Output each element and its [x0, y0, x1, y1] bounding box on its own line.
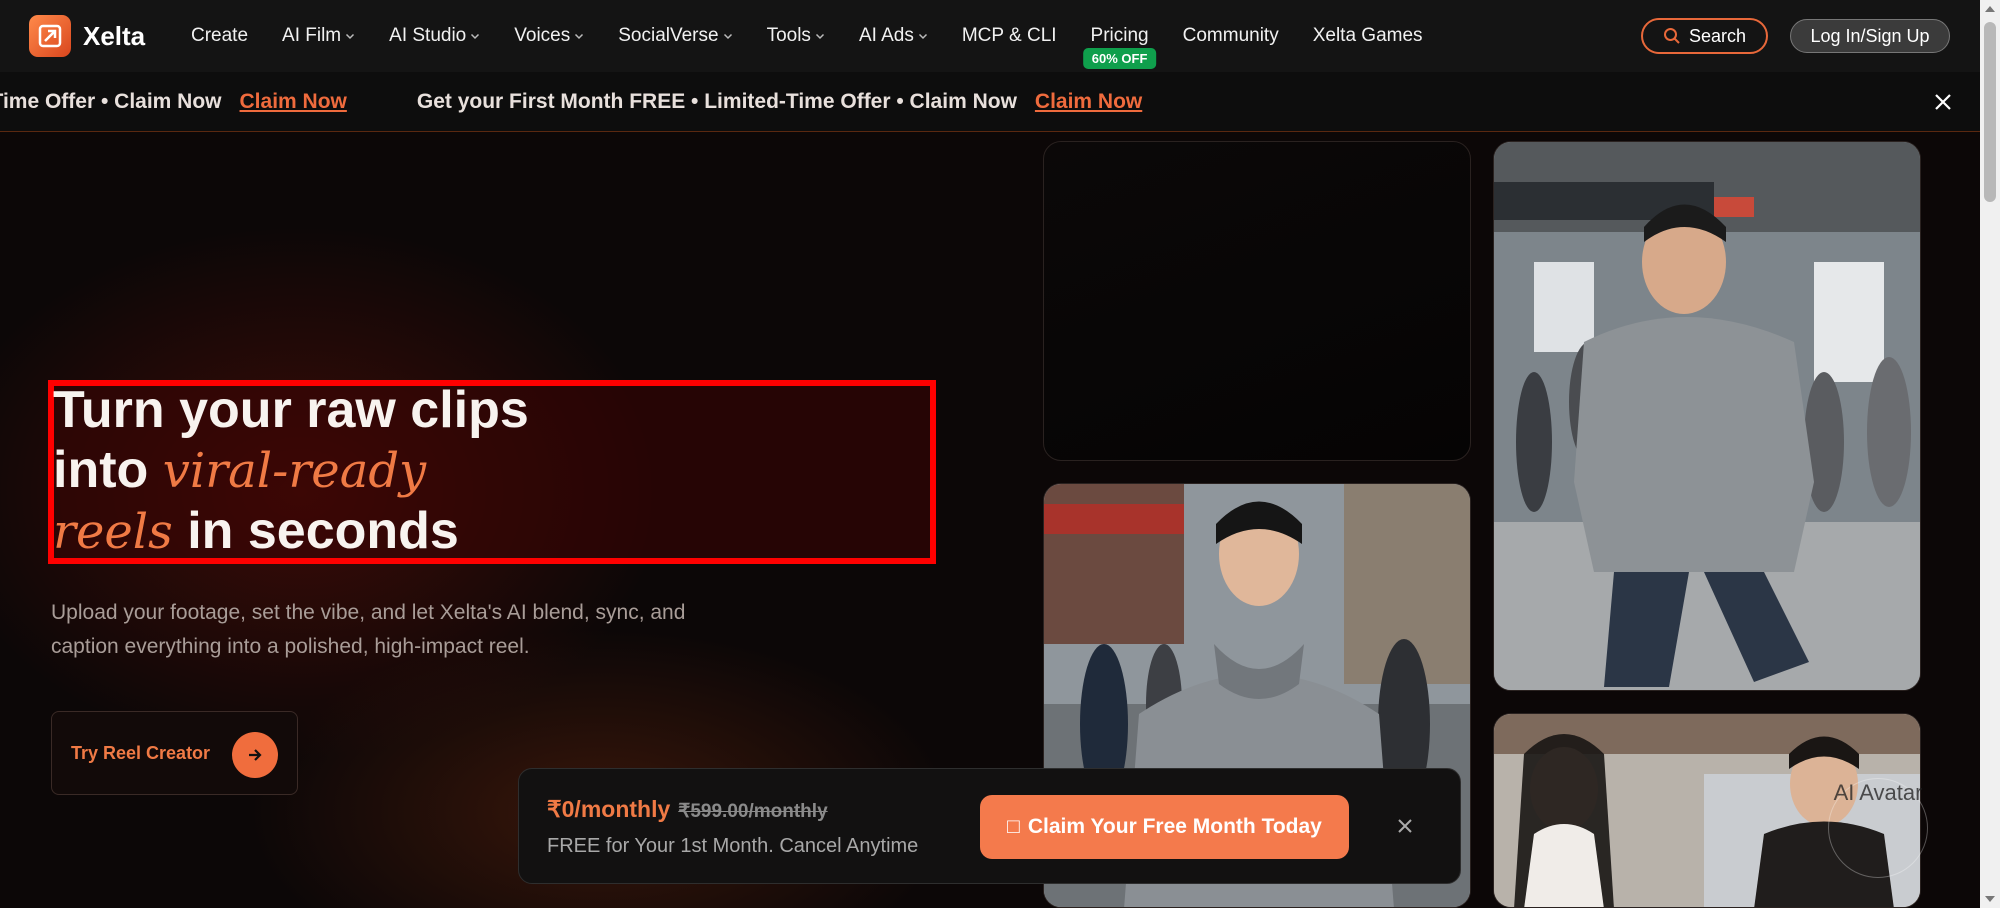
nav-item-tools[interactable]: Tools: [750, 0, 842, 72]
chevron-down-icon: [723, 33, 732, 40]
nav-item-xelta-games[interactable]: Xelta Games: [1296, 0, 1440, 72]
nav-item-socialverse[interactable]: SocialVerse: [601, 0, 749, 72]
chevron-down-icon: [815, 33, 824, 40]
claim-now-link[interactable]: Claim Now: [240, 90, 347, 114]
nav-item-pricing[interactable]: Pricing 60% OFF: [1074, 0, 1166, 72]
nav-item-label: AI Studio: [389, 25, 467, 46]
offer-note: FREE for Your 1st Month. Cancel Anytime: [547, 835, 919, 857]
nav-item-ai-studio[interactable]: AI Studio: [372, 0, 497, 72]
ai-avatar-label: AI Avatar: [1833, 780, 1923, 805]
nav-item-label: Pricing: [1090, 25, 1149, 46]
offer-close-button[interactable]: [1393, 814, 1417, 838]
hero-headline: Turn your raw clips into viral-ready ree…: [53, 380, 913, 562]
subway-scene-image: [1494, 142, 1920, 690]
promo-close-button[interactable]: [1928, 87, 1958, 117]
video-tile-loading[interactable]: [1043, 141, 1471, 461]
scroll-thumb[interactable]: [1984, 22, 1996, 202]
nav-item-create[interactable]: Create: [191, 0, 265, 72]
logo-icon: [29, 15, 71, 57]
video-tile-subway-chase[interactable]: [1493, 141, 1921, 691]
headline-italic-viral: viral-ready: [162, 443, 427, 499]
free-month-offer-popup: ₹0/monthly ₹599.00/monthly FREE for Your…: [518, 768, 1461, 884]
page-scrollbar[interactable]: [1980, 0, 2000, 908]
promo-banner: ted-Time Offer • Claim Now Claim Now Get…: [0, 72, 2000, 132]
nav-item-ai-film[interactable]: AI Film: [265, 0, 372, 72]
nav-item-label: SocialVerse: [618, 25, 719, 46]
nav-item-label: Xelta Games: [1312, 25, 1423, 46]
nav-item-label: Voices: [514, 25, 571, 46]
chevron-down-icon: [918, 33, 927, 40]
search-label: Search: [1688, 25, 1747, 46]
claim-now-link[interactable]: Claim Now: [1035, 90, 1142, 114]
search-icon: [1663, 28, 1680, 44]
close-icon: [1398, 819, 1412, 833]
price-row: ₹0/monthly ₹599.00/monthly: [547, 796, 828, 823]
promo-marquee: ted-Time Offer • Claim Now Claim Now Get…: [0, 72, 1212, 131]
scroll-down-arrow-icon[interactable]: [1985, 896, 1995, 902]
scroll-up-arrow-icon[interactable]: [1985, 6, 1995, 12]
hero-subtext: Upload your footage, set the vibe, and l…: [51, 601, 686, 658]
nav-item-voices[interactable]: Voices: [497, 0, 601, 72]
headline-italic-reels: reels: [53, 504, 173, 560]
claim-button-label: Claim Your Free Month Today: [1027, 815, 1322, 838]
nav-item-label: Community: [1182, 25, 1279, 46]
close-icon: [1935, 94, 1951, 110]
arrow-right-icon: [232, 732, 278, 778]
headline-line-2-prefix: into: [53, 441, 163, 499]
price-now: ₹0/monthly: [547, 796, 671, 822]
promo-segment: ted-Time Offer • Claim Now Claim Now: [0, 90, 347, 114]
nav-item-label: AI Ads: [858, 25, 914, 46]
nav-item-label: AI Film: [282, 25, 342, 46]
nav-item-community[interactable]: Community: [1166, 0, 1296, 72]
main-menu: Create AI Film AI Studio Voices SocialVerse T…: [191, 0, 1440, 72]
chevron-down-icon: [575, 33, 584, 40]
chevron-down-icon: [346, 33, 355, 40]
headline-line-1: Turn your raw clips: [53, 381, 529, 439]
nav-item-mcp-cli[interactable]: MCP & CLI: [945, 0, 1074, 72]
login-label: Log In/Sign Up: [1810, 25, 1930, 46]
promo-text: ted-Time Offer • Claim Now: [0, 90, 222, 113]
nav-item-label: Create: [191, 25, 249, 46]
nav-item-ai-ads[interactable]: AI Ads: [842, 0, 945, 72]
promo-text: Get your First Month FREE • Limited-Time…: [416, 90, 1017, 113]
chevron-down-icon: [471, 33, 480, 40]
search-button[interactable]: Search: [1641, 18, 1768, 54]
headline-line-3-suffix: in seconds: [172, 502, 459, 560]
discount-badge: 60% OFF: [1082, 48, 1157, 69]
nav-item-label: MCP & CLI: [961, 25, 1057, 46]
top-nav: Xelta Create AI Film AI Studio Voices Social…: [0, 0, 2000, 72]
login-signup-button[interactable]: Log In/Sign Up: [1790, 19, 1950, 53]
nav-item-label: Tools: [766, 25, 811, 46]
logo[interactable]: Xelta: [29, 15, 145, 57]
promo-segment: Get your First Month FREE • Limited-Time…: [417, 90, 1142, 114]
brand-name: Xelta: [83, 20, 146, 51]
gift-icon: □: [1007, 815, 1020, 838]
cta-label: Try Reel Creator: [71, 742, 211, 763]
try-reel-creator-button[interactable]: Try Reel Creator: [51, 711, 298, 795]
claim-free-month-button[interactable]: □ Claim Your Free Month Today: [980, 795, 1349, 859]
price-old: ₹599.00/monthly: [678, 801, 828, 822]
